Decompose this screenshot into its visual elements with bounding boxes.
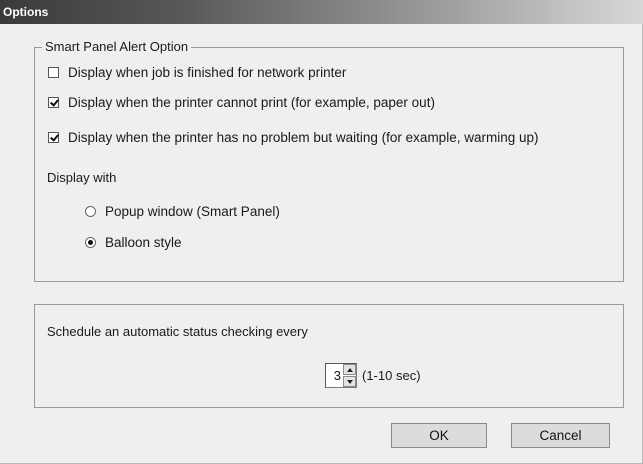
checkbox-job-finished-row[interactable]: Display when job is finished for network… — [48, 63, 346, 81]
radio-balloon-style-row[interactable]: Balloon style — [85, 233, 182, 251]
schedule-label: Schedule an automatic status checking ev… — [47, 324, 308, 339]
radio-balloon-style-label[interactable]: Balloon style — [105, 235, 182, 250]
checkbox-job-finished[interactable] — [48, 66, 59, 78]
radio-popup-window-label[interactable]: Popup window (Smart Panel) — [105, 204, 280, 219]
checkbox-cannot-print[interactable] — [48, 96, 59, 108]
ok-button[interactable]: OK — [391, 423, 487, 448]
checkbox-waiting[interactable] — [48, 131, 59, 143]
interval-range-label: (1-10 sec) — [362, 368, 421, 383]
checkbox-job-finished-label[interactable]: Display when job is finished for network… — [68, 65, 346, 80]
checkbox-waiting-row[interactable]: Display when the printer has no problem … — [48, 128, 538, 146]
alert-option-group: Smart Panel Alert Option Display when jo… — [34, 39, 624, 282]
radio-popup-window[interactable] — [85, 205, 96, 217]
spin-down-button[interactable] — [343, 376, 356, 387]
checkbox-waiting-label[interactable]: Display when the printer has no problem … — [68, 130, 538, 145]
arrow-down-icon — [346, 379, 353, 384]
alert-option-legend: Smart Panel Alert Option — [42, 39, 192, 54]
spin-buttons — [343, 364, 356, 387]
cancel-button[interactable]: Cancel — [511, 423, 610, 448]
radio-balloon-style[interactable] — [85, 236, 96, 248]
dialog-title: Options — [3, 5, 49, 19]
checkbox-cannot-print-row[interactable]: Display when the printer cannot print (f… — [48, 93, 435, 111]
title-bar[interactable]: Options — [0, 0, 643, 24]
display-with-label: Display with — [47, 170, 117, 185]
interval-value[interactable]: 3 — [334, 368, 341, 383]
interval-spin-input[interactable]: 3 — [325, 363, 357, 388]
checkbox-cannot-print-label[interactable]: Display when the printer cannot print (f… — [68, 95, 435, 110]
radio-popup-window-row[interactable]: Popup window (Smart Panel) — [85, 202, 280, 220]
spin-up-button[interactable] — [343, 364, 356, 375]
arrow-up-icon — [346, 367, 353, 372]
schedule-group — [34, 304, 624, 408]
options-dialog: Options Smart Panel Alert Option Display… — [0, 0, 643, 464]
